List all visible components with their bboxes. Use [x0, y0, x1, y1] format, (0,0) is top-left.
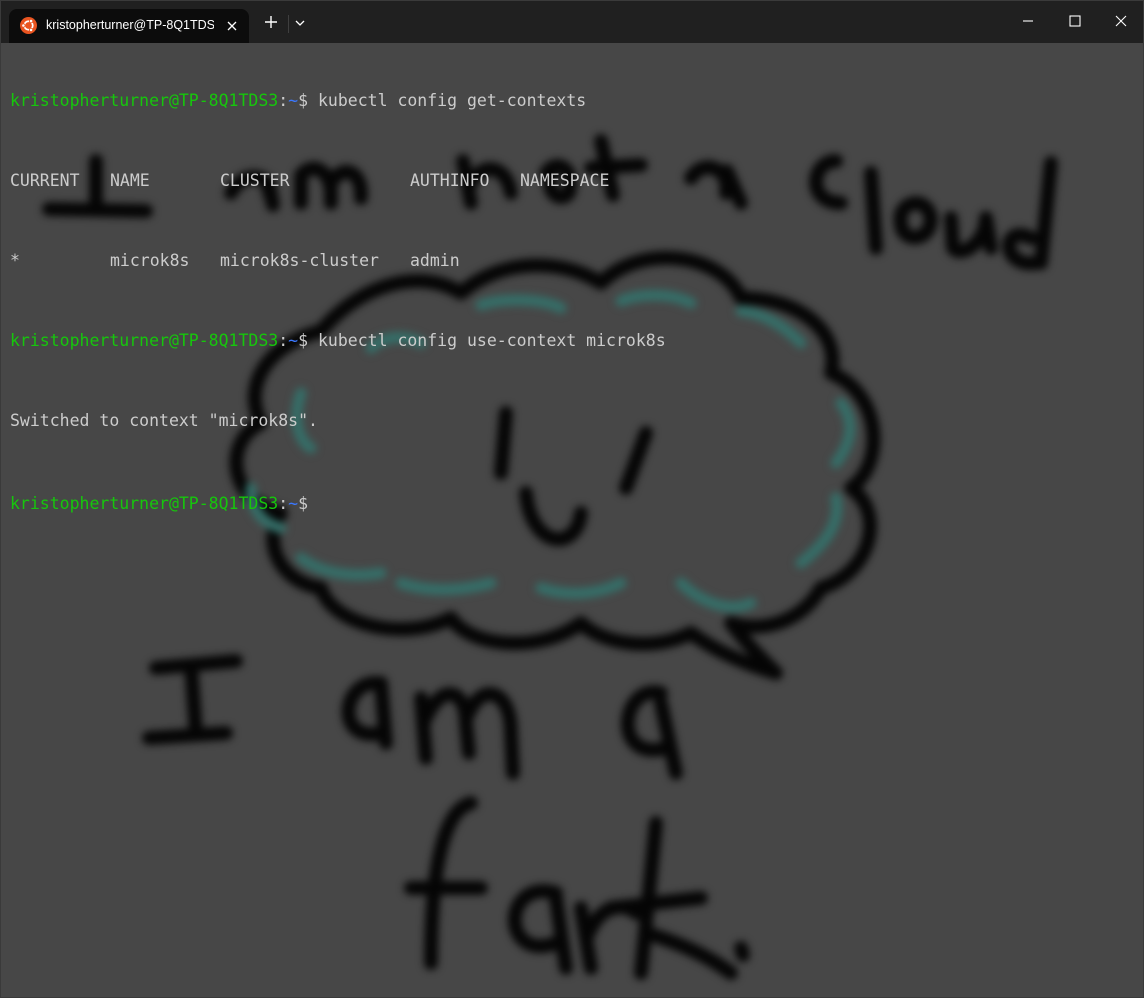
- table-cell: *: [10, 251, 20, 270]
- close-icon[interactable]: [224, 18, 240, 34]
- tab-title: kristopherturner@TP-8Q1TDS3: ~: [46, 18, 214, 32]
- command-text: kubectl config use-context microk8s: [317, 331, 666, 350]
- toolbar-divider: [288, 15, 289, 33]
- prompt-line: kristopherturner@TP-8Q1TDS3:~$ kubectl c…: [10, 91, 587, 110]
- table-header: NAMESPACE: [520, 171, 610, 190]
- prompt-user: kristopherturner@TP-8Q1TDS3: [10, 494, 279, 513]
- minimize-icon[interactable]: [1020, 13, 1036, 29]
- plus-icon[interactable]: [263, 14, 279, 30]
- table-cell: microk8s-cluster: [220, 251, 379, 270]
- chevron-down-icon[interactable]: [293, 17, 307, 29]
- output-line: Switched to context "microk8s".: [10, 411, 318, 430]
- command-text: kubectl config get-contexts: [317, 91, 587, 110]
- prompt-line: kristopherturner@TP-8Q1TDS3:~$ kubectl c…: [10, 331, 666, 350]
- terminal-window: kristopherturner@TP-8Q1TDS3: ~: [0, 0, 1144, 998]
- table-header: AUTHINFO: [410, 171, 490, 190]
- close-icon[interactable]: [1113, 13, 1129, 29]
- ubuntu-icon: [20, 17, 37, 34]
- prompt-path: ~: [288, 331, 299, 350]
- prompt-user: kristopherturner@TP-8Q1TDS3: [10, 91, 279, 110]
- table-cell: microk8s: [110, 251, 190, 270]
- tab-ubuntu[interactable]: kristopherturner@TP-8Q1TDS3: ~: [9, 9, 249, 43]
- table-header: CLUSTER: [220, 171, 290, 190]
- prompt-user: kristopherturner@TP-8Q1TDS3: [10, 331, 279, 350]
- title-bar[interactable]: kristopherturner@TP-8Q1TDS3: ~: [1, 1, 1143, 43]
- table-header-row: CURRENT NAME CLUSTER AUTHINFO NAMESPACE: [10, 171, 666, 191]
- terminal-pane[interactable]: kristopherturner@TP-8Q1TDS3:~$ kubectl c…: [1, 43, 1143, 997]
- table-cell: admin: [410, 251, 460, 270]
- table-row: * microk8s microk8s-cluster admin: [10, 251, 666, 271]
- prompt-path: ~: [288, 91, 299, 110]
- maximize-icon[interactable]: [1067, 13, 1083, 29]
- terminal-output[interactable]: kristopherturner@TP-8Q1TDS3:~$ kubectl c…: [10, 51, 666, 551]
- table-header: CURRENT: [10, 171, 80, 190]
- text-cursor: [318, 491, 328, 509]
- prompt-path: ~: [288, 494, 299, 513]
- prompt-line-active[interactable]: kristopherturner@TP-8Q1TDS3:~$: [10, 491, 666, 513]
- table-header: NAME: [110, 171, 150, 190]
